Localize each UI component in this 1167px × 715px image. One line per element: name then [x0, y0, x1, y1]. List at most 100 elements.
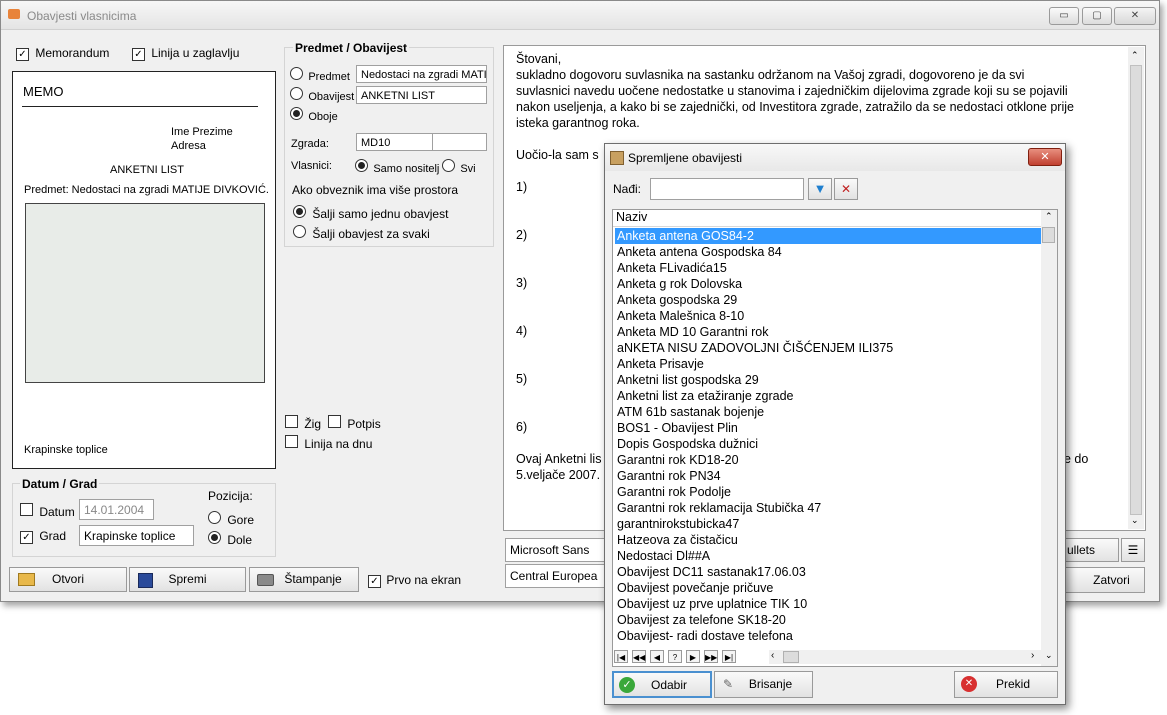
- prvo-na-ekran-checkbox[interactable]: ✓ Prvo na ekran: [368, 573, 461, 588]
- list-item[interactable]: Anketni list za etažiranje zgrade: [617, 388, 1037, 404]
- list-item[interactable]: Obavijest povečanje pričuve: [617, 580, 1037, 596]
- scroll-thumb[interactable]: [1042, 227, 1055, 243]
- scroll-down-icon[interactable]: ⌄: [1045, 650, 1053, 661]
- grad-checkbox[interactable]: ✓ Grad: [20, 529, 66, 544]
- predmet-input[interactable]: Nedostaci na zgradi MATI: [356, 65, 487, 83]
- grad-label: Grad: [39, 529, 67, 543]
- maximize-button[interactable]: ▢: [1082, 7, 1112, 25]
- prekid-button[interactable]: ✕ Prekid: [954, 671, 1058, 698]
- nav-prev-page-button[interactable]: ◀◀: [632, 650, 646, 663]
- scroll-down-icon[interactable]: ⌄: [1131, 515, 1139, 526]
- scroll-right-icon[interactable]: ›: [1031, 650, 1034, 661]
- list-item[interactable]: aNKETA NISU ZADOVOLJNI ČIŠĆENJEM ILI375: [617, 340, 1037, 356]
- list-item[interactable]: Anketa Malešnica 8-10: [617, 308, 1037, 324]
- nav-next-button[interactable]: ▶: [686, 650, 700, 663]
- gore-label: Gore: [227, 513, 255, 527]
- dialog-close-button[interactable]: ✕: [1028, 148, 1062, 166]
- list-item[interactable]: Anketa gospodska 29: [617, 292, 1037, 308]
- send-each-radio[interactable]: Šalji obavjest za svaki: [293, 225, 430, 241]
- zatvori-label: Zatvori: [1093, 573, 1130, 587]
- list-item[interactable]: Anketa antena GOS84-2: [615, 228, 1042, 244]
- font-name-select[interactable]: Microsoft Sans: [505, 538, 609, 562]
- linija-dnu-checkbox[interactable]: Linija na dnu: [285, 435, 372, 451]
- datum-checkbox[interactable]: Datum: [20, 503, 75, 519]
- find-input[interactable]: [650, 178, 804, 200]
- nav-prev-button[interactable]: ◀: [650, 650, 664, 663]
- zgrada-input[interactable]: MD10: [356, 133, 433, 151]
- bullets-button[interactable]: ullets: [1064, 538, 1119, 562]
- potpis-checkbox[interactable]: Potpis: [328, 415, 381, 431]
- datum-input[interactable]: 14.01.2004: [79, 499, 154, 520]
- list-item[interactable]: Obavijest za telefone SK18-20: [617, 612, 1037, 628]
- obavijest-input[interactable]: ANKETNI LIST: [356, 86, 487, 104]
- scroll-left-icon[interactable]: ‹: [771, 650, 774, 661]
- zig-checkbox[interactable]: Žig: [285, 415, 321, 431]
- memorandum-checkbox[interactable]: ✓ Memorandum: [16, 46, 109, 61]
- minimize-button[interactable]: ▭: [1049, 7, 1079, 25]
- list-item[interactable]: garantnirokstubicka47: [617, 516, 1037, 532]
- oboje-radio[interactable]: Oboje: [290, 107, 338, 123]
- prvo-na-ekran-label: Prvo na ekran: [386, 573, 462, 587]
- stampanje-button[interactable]: Štampanje: [249, 567, 359, 592]
- svi-radio[interactable]: Svi: [442, 159, 476, 175]
- scroll-thumb[interactable]: [1130, 65, 1142, 515]
- spremi-button[interactable]: Spremi: [129, 567, 246, 592]
- filter-button[interactable]: ▼: [808, 178, 832, 200]
- list-item[interactable]: Garantni rok PN34: [617, 468, 1037, 484]
- odabir-button[interactable]: ✓ Odabir: [612, 671, 712, 698]
- scroll-up-icon[interactable]: ⌃: [1131, 50, 1139, 61]
- hscroll-thumb[interactable]: [783, 651, 799, 663]
- list-item[interactable]: Anketa g rok Dolovska: [617, 276, 1037, 292]
- letter-line: nakon useljenja, a kako bi se zajednički…: [516, 100, 1074, 114]
- list-item[interactable]: Anketa Prisavje: [617, 356, 1037, 372]
- zatvori-button[interactable]: Zatvori: [1064, 567, 1145, 593]
- list-item[interactable]: Nedostaci Dl##A: [617, 548, 1037, 564]
- list-item[interactable]: Obavijest uz prve uplatnice TIK 10: [617, 596, 1037, 612]
- notices-list[interactable]: Naziv Anketa antena GOS84-2 Anketa antena…: [612, 209, 1058, 667]
- dole-radio[interactable]: Dole: [208, 531, 252, 547]
- zgrada-name-input[interactable]: [432, 133, 487, 151]
- list-item[interactable]: Anketni list gospodska 29: [617, 372, 1037, 388]
- obavijest-radio[interactable]: Obavijest: [290, 87, 354, 103]
- list-item[interactable]: Anketa FLivadića15: [617, 260, 1037, 276]
- otvori-label: Otvori: [51, 572, 84, 586]
- nav-help-button[interactable]: ?: [668, 650, 682, 663]
- list-item[interactable]: Garantni rok KD18-20: [617, 452, 1037, 468]
- nav-last-button[interactable]: ▶|: [722, 650, 736, 663]
- memo-body-box: [25, 203, 265, 383]
- list-item[interactable]: Anketa antena Gospodska 84: [617, 244, 1037, 260]
- nav-next-page-button[interactable]: ▶▶: [704, 650, 718, 663]
- list-format-button[interactable]: ☰: [1121, 538, 1145, 562]
- scroll-up-icon[interactable]: ⌃: [1045, 211, 1053, 222]
- gore-radio[interactable]: Gore: [208, 511, 254, 527]
- list-hscrollbar[interactable]: ‹ ›: [769, 650, 1041, 664]
- list-item[interactable]: Obavijest DC11 sastanak17.06.03: [617, 564, 1037, 580]
- letter-item: 4): [516, 324, 528, 338]
- samo-nositelj-radio[interactable]: Samo nositelj: [355, 159, 439, 175]
- header-line-checkbox[interactable]: ✓ Linija u zaglavlju: [132, 46, 239, 61]
- list-vscrollbar[interactable]: ⌃ ⌄: [1041, 210, 1057, 666]
- brisanje-label: Brisanje: [748, 677, 793, 691]
- charset-select[interactable]: Central Europea: [505, 564, 609, 588]
- list-item[interactable]: Garantni rok reklamacija Stubička 47: [617, 500, 1037, 516]
- list-item[interactable]: ATM 61b sastanak bojenje: [617, 404, 1037, 420]
- clear-filter-button[interactable]: ✕: [834, 178, 858, 200]
- list-item[interactable]: Obavijest- radi dostave telefona: [617, 628, 1037, 644]
- brisanje-button[interactable]: ✎ Brisanje: [714, 671, 813, 698]
- grad-input[interactable]: Krapinske toplice: [79, 525, 194, 546]
- list-item[interactable]: Anketa MD 10 Garantni rok: [617, 324, 1037, 340]
- column-header-naziv[interactable]: Naziv: [613, 210, 1041, 227]
- letter-scrollbar[interactable]: ⌃ ⌄: [1128, 47, 1144, 529]
- list-item[interactable]: Dopis Gospodska dužnici: [617, 436, 1037, 452]
- bullets-label: ullets: [1067, 543, 1096, 557]
- otvori-button[interactable]: Otvori: [9, 567, 127, 592]
- list-item[interactable]: Hatzeova za čistačicu: [617, 532, 1037, 548]
- send-one-radio[interactable]: Šalji samo jednu obavjest: [293, 205, 448, 221]
- list-item[interactable]: BOS1 - Obavijest Plin: [617, 420, 1037, 436]
- predmet-radio[interactable]: Predmet: [290, 67, 350, 83]
- nav-first-button[interactable]: |◀: [614, 650, 628, 663]
- send-each-label: Šalji obavjest za svaki: [312, 227, 430, 241]
- close-button[interactable]: ✕: [1114, 7, 1156, 25]
- close-icon: ✕: [1130, 10, 1140, 21]
- list-item[interactable]: Garantni rok Podolje: [617, 484, 1037, 500]
